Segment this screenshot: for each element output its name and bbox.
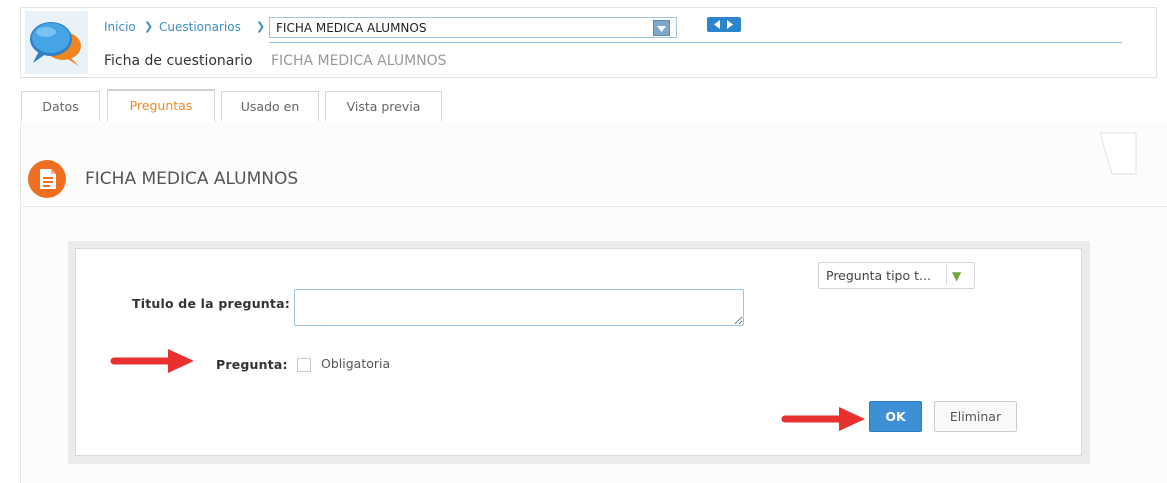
question-type-value: Pregunta tipo t... [826, 268, 931, 283]
logo [25, 11, 88, 74]
question-title-label: Titulo de la pregunta: [132, 296, 290, 311]
select-divider [946, 264, 947, 285]
page-corner-decoration [1099, 132, 1137, 175]
chevron-right-icon: ❯ [256, 20, 266, 33]
tab-usado-en[interactable]: Usado en [221, 91, 319, 121]
question-title-input[interactable] [294, 289, 744, 326]
ok-button[interactable]: OK [869, 401, 922, 432]
document-list-icon [28, 160, 66, 198]
dropdown-arrow-icon[interactable] [653, 20, 670, 36]
questionnaire-select-value: FICHA MEDICA ALUMNOS [276, 21, 427, 35]
breadcrumb-cuestionarios[interactable]: Cuestionarios [159, 20, 241, 34]
delete-button[interactable]: Eliminar [934, 401, 1017, 432]
section-divider [20, 206, 1167, 207]
annotation-arrow-icon [110, 349, 194, 373]
tab-vista-previa[interactable]: Vista previa [325, 91, 442, 121]
chevron-right-icon: ❯ [144, 20, 154, 33]
section-title: FICHA MEDICA ALUMNOS [85, 169, 299, 189]
prev-next-arrows[interactable] [707, 17, 741, 32]
required-checkbox-label[interactable]: Obligatoria [321, 356, 390, 371]
tab-preguntas[interactable]: Preguntas [107, 89, 215, 122]
arrow-left-icon [714, 20, 720, 29]
page-subtitle-label: Ficha de cuestionario [104, 53, 253, 69]
breadcrumb-home[interactable]: Inicio [104, 20, 136, 34]
arrow-right-icon [727, 20, 733, 29]
header-divider [269, 42, 1122, 43]
required-checkbox[interactable] [297, 358, 311, 372]
page-subtitle-name: FICHA MEDICA ALUMNOS [271, 53, 447, 69]
annotation-arrow-icon [781, 407, 865, 431]
question-required-label: Pregunta: [216, 357, 288, 372]
chat-bubbles-icon [30, 22, 81, 66]
tab-datos[interactable]: Datos [21, 91, 100, 121]
dropdown-triangle-icon[interactable]: ▼ [952, 269, 961, 283]
